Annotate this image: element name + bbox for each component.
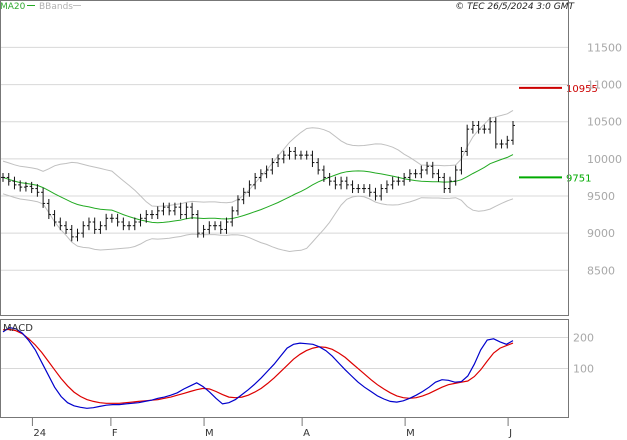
chart-background: [0, 0, 627, 440]
macd-tick-label: 200: [573, 332, 594, 345]
time-tick-label: J: [508, 428, 512, 439]
chart-header-text: © TEC 26/5/2024 3:0 GMT: [455, 2, 575, 12]
legend-ma20-label: MA20: [0, 2, 26, 12]
price-tick-label: 10000: [587, 153, 622, 166]
price-tick-label: 9500: [587, 190, 615, 203]
price-tick-label: 11000: [587, 79, 622, 92]
price-chart: 109559751 850090009500100001050011000115…: [0, 0, 627, 440]
price-tick-label: 8500: [587, 264, 615, 277]
time-tick-label: A: [303, 428, 310, 439]
time-tick-label: 24: [33, 428, 46, 439]
price-tick-label: 9000: [587, 227, 615, 240]
time-tick-label: M: [406, 428, 415, 439]
macd-label: MACD: [3, 323, 33, 334]
time-tick-label: M: [205, 428, 214, 439]
macd-tick-label: 100: [573, 363, 594, 376]
time-tick-label: F: [112, 428, 118, 439]
legend-bbands-label: BBands: [39, 2, 73, 12]
price-tick-label: 11500: [587, 41, 622, 54]
price-level-label: 9751: [566, 173, 591, 184]
chart-legend: MA20 BBands: [0, 2, 81, 12]
price-tick-label: 10500: [587, 116, 622, 129]
